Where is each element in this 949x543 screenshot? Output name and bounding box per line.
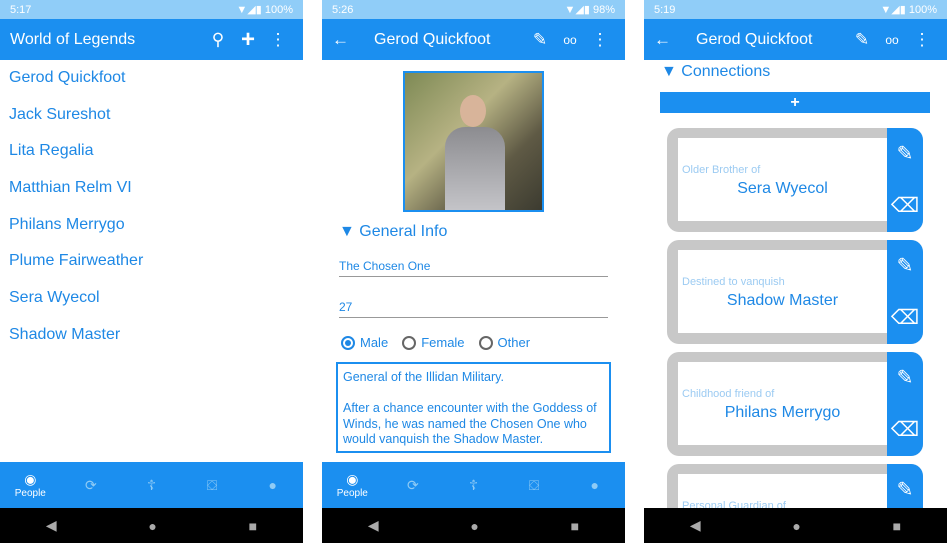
- search-icon[interactable]: ⚲: [203, 30, 233, 50]
- app-bar: ← Gerod Quickfoot ✎ oo ⋮: [322, 19, 625, 60]
- radio-female[interactable]: Female: [402, 335, 465, 350]
- section-general-info[interactable]: ▼ General Info: [339, 223, 447, 241]
- app-bar: World of Legends ⚲ + ⋮: [0, 19, 303, 60]
- edit-icon[interactable]: ✎: [847, 30, 877, 50]
- people-icon: ◉: [346, 471, 359, 487]
- recents-icon[interactable]: ■: [249, 518, 257, 534]
- description-textarea[interactable]: General of the Illidan Military. After a…: [336, 362, 611, 453]
- more-vert-icon[interactable]: ⋮: [585, 30, 615, 50]
- edit-icon[interactable]: ✎: [887, 240, 923, 292]
- recents-icon[interactable]: ■: [893, 518, 901, 534]
- system-nav: ◀ ● ■: [322, 508, 625, 543]
- connection-card[interactable]: Childhood friend of Philans Merrygo ✎ ⌫: [667, 352, 923, 456]
- recents-icon[interactable]: ■: [571, 518, 579, 534]
- people-icon: ◉: [24, 471, 37, 487]
- app-title: Gerod Quickfoot: [696, 30, 813, 48]
- edit-icon[interactable]: ✎: [525, 30, 555, 50]
- list-item[interactable]: Gerod Quickfoot: [0, 60, 303, 97]
- inventory-icon[interactable]: ⛋: [182, 477, 243, 494]
- home-icon[interactable]: ●: [148, 518, 156, 534]
- section-connections[interactable]: ▼ Connections: [661, 63, 770, 81]
- age-field[interactable]: 27: [339, 300, 608, 318]
- home-icon[interactable]: ●: [470, 518, 478, 534]
- nav-people[interactable]: ◉ People: [0, 471, 61, 499]
- list-item[interactable]: Jack Sureshot: [0, 97, 303, 134]
- system-nav: ◀ ● ■: [644, 508, 947, 543]
- connection-card[interactable]: Destined to vanquish Shadow Master ✎ ⌫: [667, 240, 923, 344]
- character-portrait[interactable]: [403, 71, 544, 212]
- link-icon[interactable]: oo: [877, 33, 907, 47]
- people-list: Gerod Quickfoot Jack Sureshot Lita Regal…: [0, 60, 303, 354]
- eraser-icon[interactable]: ⌫: [887, 404, 923, 456]
- screen-connections: 5:19 ▼◢▮ 100% ← Gerod Quickfoot ✎ oo ⋮ ▼ …: [644, 0, 947, 543]
- radio-other[interactable]: Other: [478, 335, 530, 350]
- nav-people[interactable]: ◉ People: [322, 471, 383, 499]
- relations-icon[interactable]: ⟳: [383, 477, 444, 494]
- radio-male[interactable]: Male: [341, 335, 388, 350]
- list-item[interactable]: Lita Regalia: [0, 133, 303, 170]
- religion-icon[interactable]: ☦: [121, 477, 182, 494]
- list-item[interactable]: Shadow Master: [0, 317, 303, 354]
- gender-radio-group: Male Female Other: [341, 335, 530, 350]
- back-icon[interactable]: ◀: [368, 517, 379, 534]
- back-arrow-icon[interactable]: ←: [332, 30, 362, 50]
- screen-people-list: 5:17 ▼◢▮ 100% World of Legends ⚲ + ⋮ Gero…: [0, 0, 303, 543]
- status-bar: 5:26 ▼◢▮ 98%: [322, 0, 625, 19]
- list-item[interactable]: Plume Fairweather: [0, 243, 303, 280]
- more-vert-icon[interactable]: ⋮: [263, 30, 293, 50]
- status-bar: 5:19 ▼◢▮ 100%: [644, 0, 947, 19]
- screen-general-info: 5:26 ▼◢▮ 98% ← Gerod Quickfoot ✎ oo ⋮ ▼ G…: [322, 0, 625, 543]
- list-item[interactable]: Matthian Relm VI: [0, 170, 303, 207]
- app-title: Gerod Quickfoot: [374, 30, 491, 48]
- religion-icon[interactable]: ☦: [443, 477, 504, 494]
- link-icon[interactable]: oo: [555, 33, 585, 47]
- back-icon[interactable]: ◀: [690, 517, 701, 534]
- inventory-icon[interactable]: ⛋: [504, 477, 565, 494]
- home-icon[interactable]: ●: [792, 518, 800, 534]
- back-icon[interactable]: ◀: [46, 517, 57, 534]
- system-nav: ◀ ● ■: [0, 508, 303, 543]
- connection-card[interactable]: Older Brother of Sera Wyecol ✎ ⌫: [667, 128, 923, 232]
- edit-icon[interactable]: ✎: [887, 128, 923, 180]
- add-connection-button[interactable]: +: [660, 92, 930, 113]
- app-title: World of Legends: [10, 30, 136, 48]
- places-icon[interactable]: ●: [242, 477, 303, 493]
- plus-icon[interactable]: +: [233, 26, 263, 54]
- eraser-icon[interactable]: ⌫: [887, 180, 923, 232]
- places-icon[interactable]: ●: [564, 477, 625, 493]
- back-arrow-icon[interactable]: ←: [654, 30, 684, 50]
- epithet-field[interactable]: The Chosen One: [339, 259, 608, 277]
- bottom-nav: ◉ People ⟳ ☦ ⛋ ●: [322, 462, 625, 508]
- bottom-nav: ◉ People ⟳ ☦ ⛋ ●: [0, 462, 303, 508]
- eraser-icon[interactable]: ⌫: [887, 292, 923, 344]
- more-vert-icon[interactable]: ⋮: [907, 30, 937, 50]
- list-item[interactable]: Philans Merrygo: [0, 207, 303, 244]
- edit-icon[interactable]: ✎: [887, 352, 923, 404]
- status-bar: 5:17 ▼◢▮ 100%: [0, 0, 303, 19]
- list-item[interactable]: Sera Wyecol: [0, 280, 303, 317]
- relations-icon[interactable]: ⟳: [61, 477, 122, 494]
- app-bar: ← Gerod Quickfoot ✎ oo ⋮: [644, 19, 947, 60]
